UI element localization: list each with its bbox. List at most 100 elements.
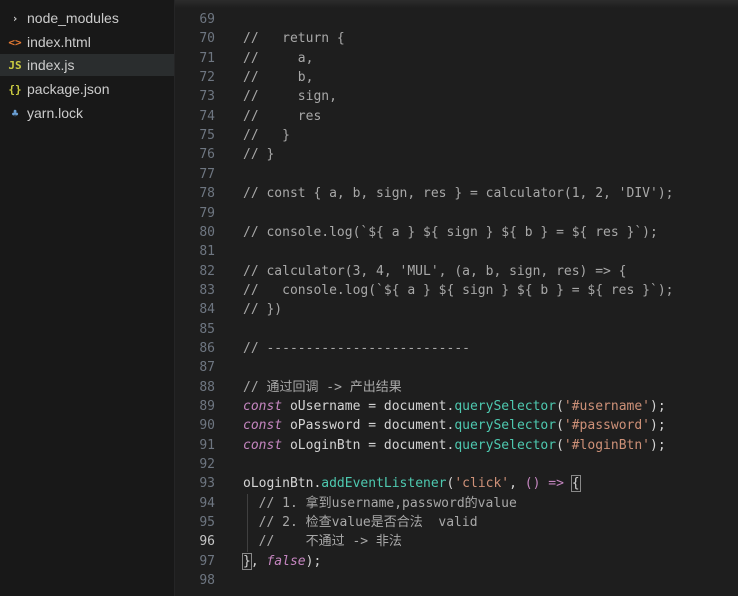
explorer-item-index-html[interactable]: <> index.html: [0, 31, 174, 53]
code-token: // }: [243, 147, 275, 163]
explorer-item-label: index.js: [27, 57, 75, 73]
line-code: oLoginBtn.addEventListener('click', () =…: [243, 474, 581, 493]
line-number: 73: [199, 89, 215, 105]
code-token: '#password': [563, 418, 650, 434]
code-token: 'click': [454, 476, 510, 492]
line-code: // 通过回调 -> 产出结果: [243, 378, 402, 397]
line-number: 74: [199, 108, 215, 124]
code-token: (: [556, 418, 564, 434]
line-number: 70: [199, 31, 215, 47]
code-token: oLoginBtn.: [243, 476, 322, 492]
line-number: 82: [199, 263, 215, 279]
code-token: (: [556, 437, 564, 453]
line-number: 97: [199, 553, 215, 569]
line-number: 78: [199, 186, 215, 202]
line-code: // a,: [243, 49, 313, 68]
code-token: // const { a, b, sign, res } = calculato…: [243, 186, 674, 202]
code-token: }: [242, 552, 252, 570]
line-number: 93: [199, 476, 215, 492]
code-token: );: [650, 418, 666, 434]
line-number: 85: [199, 321, 215, 337]
code-token: // sign,: [243, 89, 337, 105]
explorer-item-label: package.json: [27, 81, 110, 97]
code-token: false: [266, 553, 306, 569]
line-code: // --------------------------: [243, 339, 470, 358]
code-token: const: [243, 399, 283, 414]
line-code: // return {: [243, 29, 345, 48]
line-code: const oLoginBtn = document.querySelector…: [243, 436, 666, 455]
line-code: // console.log(`${ a } ${ sign } ${ b } …: [243, 281, 673, 300]
line-number: 94: [199, 495, 215, 511]
line-code: // 不通过 -> 非法: [243, 532, 402, 551]
line-number: 89: [199, 399, 215, 414]
code-token: // a,: [243, 50, 314, 66]
line-code: // console.log(`${ a } ${ sign } ${ b } …: [243, 223, 658, 242]
line-number: 80: [199, 224, 215, 240]
code-token: // calculator(3, 4, 'MUL', (a, b, sign, …: [243, 263, 627, 279]
code-editor[interactable]: 69 70 // return {71 // a, 72 // b, 73 // sign, 7…: [175, 0, 738, 596]
code-token: '#loginBtn': [563, 437, 650, 453]
explorer-item-node-modules[interactable]: › node_modules: [0, 7, 174, 29]
line-number: 95: [199, 515, 215, 531]
explorer-item-index-js[interactable]: JS index.js: [0, 54, 174, 76]
code-token: // console.log(`${ a } ${ sign } ${ b } …: [243, 224, 658, 240]
code-token: oUsername = document.: [282, 399, 455, 414]
line-number: 76: [199, 147, 215, 163]
line-code: // res: [243, 107, 321, 126]
code-token: querySelector: [454, 437, 557, 453]
file-explorer: › node_modules <> index.html JS index.js {} pac…: [0, 0, 174, 596]
html-file-icon: <>: [8, 35, 22, 49]
code-token: // 不通过 -> 非法: [243, 534, 402, 550]
explorer-item-yarn-lock[interactable]: ♣ yarn.lock: [0, 102, 174, 124]
json-file-icon: {}: [8, 82, 22, 96]
code-token: // }): [243, 302, 283, 318]
code-token: // res: [243, 108, 322, 124]
code-token: ,: [250, 553, 267, 569]
line-code: // calculator(3, 4, 'MUL', (a, b, sign, …: [243, 262, 627, 281]
code-token: // b,: [243, 70, 314, 86]
line-code: // const { a, b, sign, res } = calculato…: [243, 184, 673, 203]
chevron-right-icon: ›: [11, 11, 19, 25]
line-number: 75: [199, 128, 215, 144]
scroll-shadow: [175, 0, 738, 8]
line-code: }, false);: [242, 552, 321, 571]
line-code: // b,: [243, 68, 313, 87]
line-number: 77: [199, 166, 215, 182]
code-token: querySelector: [454, 399, 557, 414]
code-token: // 1. 拿到username,password的value: [243, 495, 517, 511]
line-code: const oUsername = document.querySelector…: [243, 397, 666, 416]
code-token: oPassword = document.: [282, 418, 455, 434]
line-number: 83: [199, 282, 215, 298]
line-code: // sign,: [243, 87, 337, 106]
explorer-item-label: node_modules: [27, 10, 119, 26]
code-token: // 2. 检查value是否合法 valid: [243, 515, 478, 531]
code-token: querySelector: [454, 418, 557, 434]
code-token: // }: [243, 128, 290, 144]
code-token: // return {: [243, 31, 345, 47]
code-token: const: [243, 418, 283, 434]
code-token: );: [650, 437, 666, 453]
explorer-item-package-json[interactable]: {} package.json: [0, 78, 174, 100]
line-number: 87: [199, 360, 215, 376]
line-number: 79: [199, 205, 215, 221]
line-number: 86: [199, 340, 215, 356]
line-number: 71: [199, 50, 215, 66]
line-number: 96: [199, 534, 215, 550]
code-token: addEventListener: [321, 476, 447, 492]
line-number: 98: [199, 573, 215, 589]
code-token: // console.log(`${ a } ${ sign } ${ b } …: [243, 282, 674, 298]
line-code: const oPassword = document.querySelector…: [243, 416, 666, 435]
code-token: oLoginBtn = document.: [282, 437, 455, 453]
code-token: const: [243, 437, 283, 453]
explorer-item-label: index.html: [27, 34, 91, 50]
yarn-file-icon: ♣: [11, 106, 19, 120]
code-token: );: [650, 399, 666, 414]
line-code: // 2. 检查value是否合法 valid: [243, 513, 478, 532]
line-number: 91: [199, 437, 215, 453]
code-token: // 通过回调 -> 产出结果: [243, 379, 402, 395]
line-number: 69: [199, 12, 215, 27]
explorer-item-label: yarn.lock: [27, 105, 84, 121]
line-number: 88: [199, 379, 215, 395]
indent-guide: [247, 493, 248, 552]
